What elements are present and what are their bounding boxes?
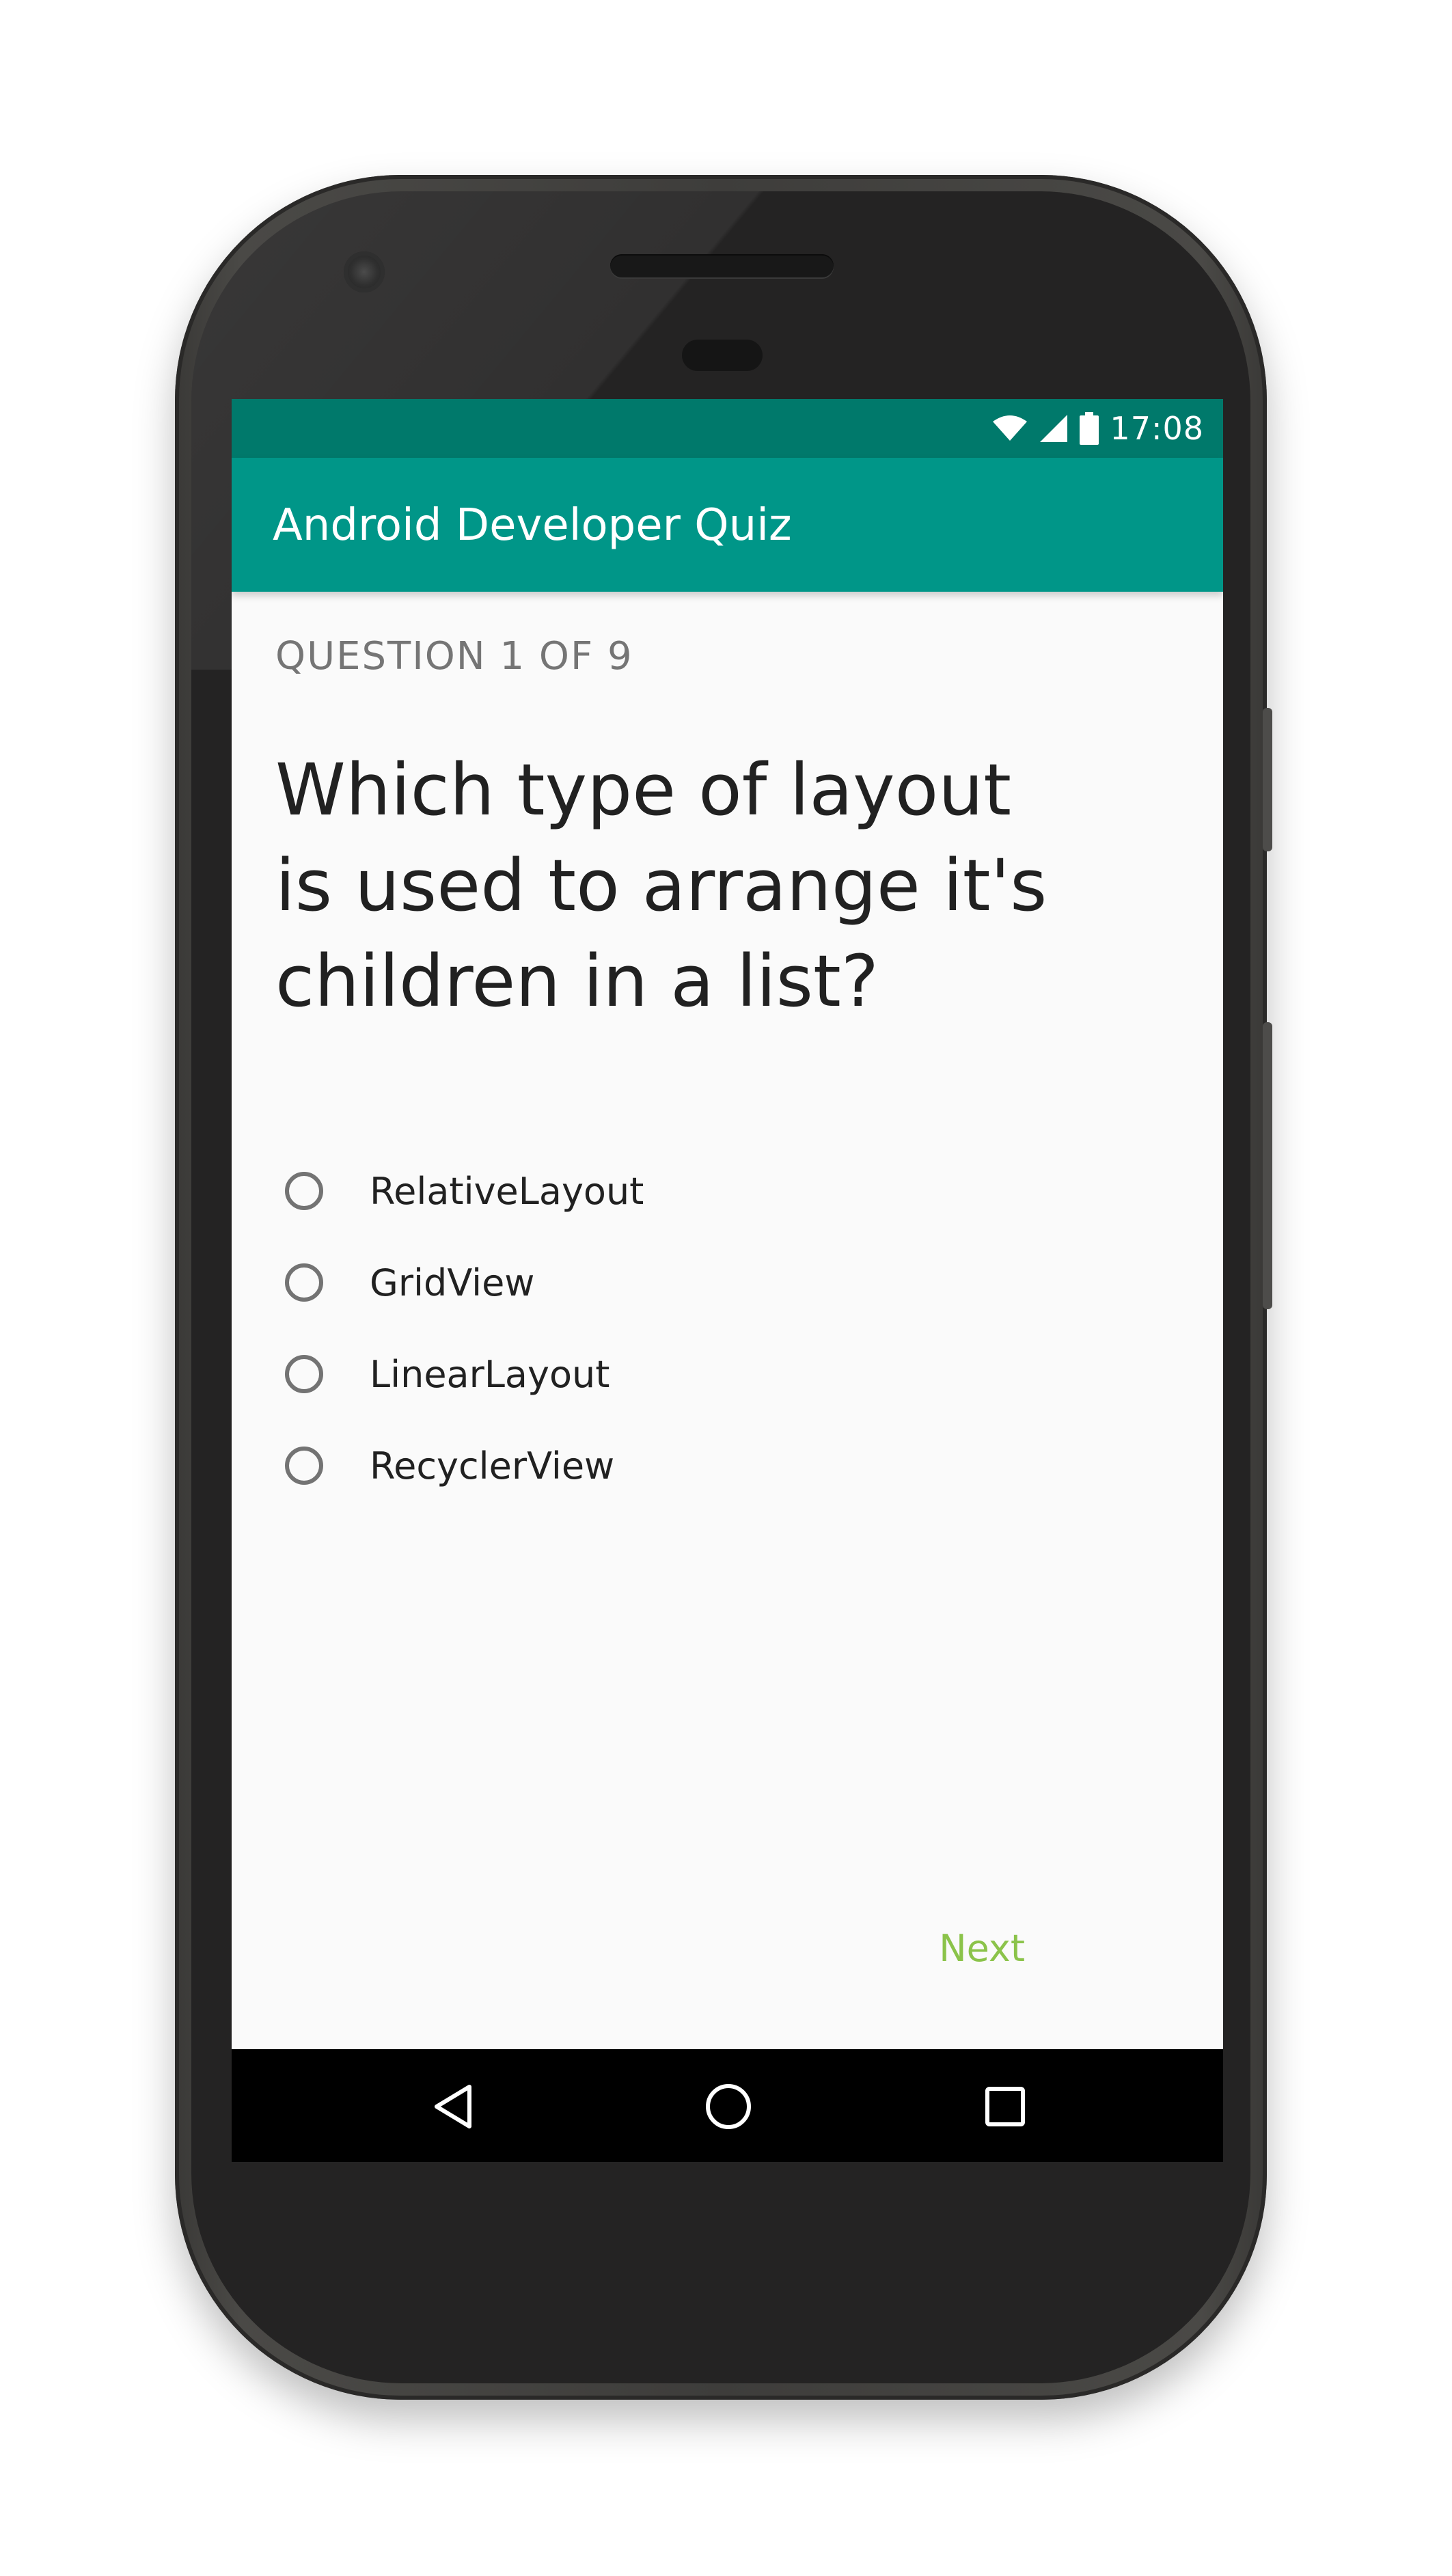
answer-radio-group: RelativeLayout GridView LinearLayout Rec… xyxy=(285,1145,1105,1511)
back-button[interactable] xyxy=(426,2079,480,2134)
answer-option-label: RecyclerView xyxy=(370,1444,615,1488)
next-button[interactable]: Next xyxy=(939,1927,1025,1970)
home-icon xyxy=(706,2084,751,2129)
radio-button[interactable] xyxy=(285,1355,323,1393)
wifi-icon xyxy=(993,415,1028,441)
home-button[interactable] xyxy=(701,2079,756,2134)
answer-option-label: LinearLayout xyxy=(370,1352,610,1396)
status-icons: 17:08 xyxy=(992,399,1204,458)
answer-option-label: GridView xyxy=(370,1261,535,1304)
volume-button[interactable] xyxy=(1263,1022,1272,1309)
answer-option[interactable]: RecyclerView xyxy=(285,1420,1105,1511)
device-mockup: 17:08 Android Developer Quiz QUESTION 1 … xyxy=(0,0,1452,2576)
question-line: Which type of layout xyxy=(275,748,1011,832)
answer-option[interactable]: GridView xyxy=(285,1237,1105,1328)
recents-button[interactable] xyxy=(978,2079,1032,2134)
radio-button[interactable] xyxy=(285,1447,323,1485)
cell-signal-icon xyxy=(1040,415,1068,442)
answer-option-label: RelativeLayout xyxy=(370,1169,644,1213)
status-time: 17:08 xyxy=(1110,410,1204,447)
screen: 17:08 Android Developer Quiz QUESTION 1 … xyxy=(232,399,1223,2162)
recents-icon xyxy=(985,2087,1025,2126)
question-line: children in a list? xyxy=(275,940,879,1023)
answer-option[interactable]: LinearLayout xyxy=(285,1328,1105,1420)
answer-option[interactable]: RelativeLayout xyxy=(285,1145,1105,1237)
question-text: Which type of layout is used to arrange … xyxy=(275,742,1095,1029)
battery-icon xyxy=(1080,412,1099,445)
app-title: Android Developer Quiz xyxy=(273,500,792,551)
power-button[interactable] xyxy=(1263,708,1272,851)
earpiece-speaker xyxy=(610,254,834,277)
radio-button[interactable] xyxy=(285,1263,323,1302)
question-counter: QUESTION 1 OF 9 xyxy=(275,634,633,679)
proximity-sensor xyxy=(682,340,763,371)
app-bar: Android Developer Quiz xyxy=(232,458,1223,592)
status-bar: 17:08 xyxy=(232,399,1223,458)
back-icon xyxy=(435,2085,471,2128)
front-camera xyxy=(344,251,385,292)
quiz-content: QUESTION 1 OF 9 Which type of layout is … xyxy=(232,592,1223,2049)
question-line: is used to arrange it's xyxy=(275,844,1047,927)
navigation-bar xyxy=(232,2049,1223,2162)
radio-button[interactable] xyxy=(285,1172,323,1210)
